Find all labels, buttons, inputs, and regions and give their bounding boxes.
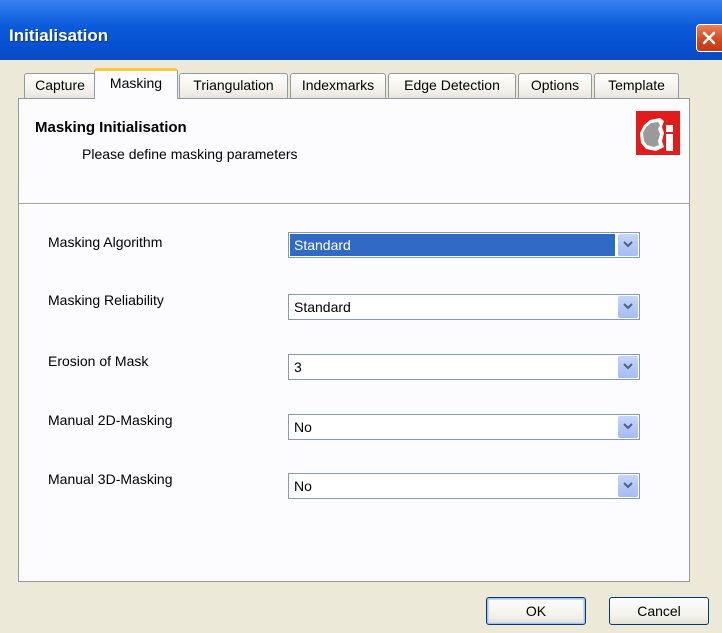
selected-value: No xyxy=(294,419,312,435)
manual-3d-masking-select[interactable]: No xyxy=(288,473,640,499)
tab-label: Edge Detection xyxy=(404,77,500,93)
dropdown-button[interactable] xyxy=(618,356,638,378)
tab-triangulation[interactable]: Triangulation xyxy=(179,73,288,98)
close-button[interactable] xyxy=(696,24,722,52)
manual-2d-masking-select[interactable]: No xyxy=(288,414,640,440)
dropdown-button[interactable] xyxy=(618,296,638,318)
erosion-of-mask-select[interactable]: 3 xyxy=(288,354,640,380)
chevron-down-icon xyxy=(623,363,633,370)
masking-algorithm-label: Masking Algorithm xyxy=(48,234,163,250)
masking-algorithm-select[interactable]: Standard xyxy=(288,232,640,258)
chevron-down-icon xyxy=(623,482,633,489)
chevron-down-icon xyxy=(623,423,633,430)
header-divider xyxy=(19,203,689,205)
erosion-of-mask-label: Erosion of Mask xyxy=(48,353,149,369)
tab-label: Options xyxy=(530,77,580,93)
section-subtitle: Please define masking parameters xyxy=(82,146,298,162)
section-title: Masking Initialisation xyxy=(35,119,187,136)
tab-edge-detection[interactable]: Edge Detection xyxy=(388,73,516,98)
tab-label: Capture xyxy=(35,77,85,93)
dropdown-button[interactable] xyxy=(618,475,638,497)
window-title: Initialisation xyxy=(9,26,109,45)
chevron-down-icon xyxy=(623,241,633,248)
selected-value: Standard xyxy=(294,299,351,315)
chevron-down-icon xyxy=(623,303,633,310)
tab-capture[interactable]: Capture xyxy=(24,73,96,98)
masking-reliability-label: Masking Reliability xyxy=(48,292,164,308)
window-titlebar: Initialisation xyxy=(0,0,722,60)
selected-value: Standard xyxy=(290,234,615,256)
dropdown-button[interactable] xyxy=(618,416,638,438)
masking-panel: Masking Initialisation Please define mas… xyxy=(18,98,690,582)
cancel-button[interactable]: Cancel xyxy=(609,597,709,625)
tab-label: Indexmarks xyxy=(301,77,375,93)
masking-reliability-select[interactable]: Standard xyxy=(288,294,640,320)
tab-options[interactable]: Options xyxy=(518,73,592,98)
ok-button[interactable]: OK xyxy=(486,597,586,625)
tab-masking[interactable]: Masking xyxy=(94,68,178,99)
dropdown-button[interactable] xyxy=(618,234,638,256)
close-icon xyxy=(702,31,716,45)
selected-value: 3 xyxy=(294,359,302,375)
tab-indexmarks[interactable]: Indexmarks xyxy=(290,73,386,98)
tab-label: Masking xyxy=(109,75,163,91)
tab-template[interactable]: Template xyxy=(594,73,679,98)
info-badge-icon xyxy=(636,111,680,155)
manual-2d-masking-label: Manual 2D-Masking xyxy=(48,412,173,428)
manual-3d-masking-label: Manual 3D-Masking xyxy=(48,471,173,487)
tab-label: Triangulation xyxy=(193,77,274,93)
selected-value: No xyxy=(294,478,312,494)
tab-label: Template xyxy=(608,77,665,93)
